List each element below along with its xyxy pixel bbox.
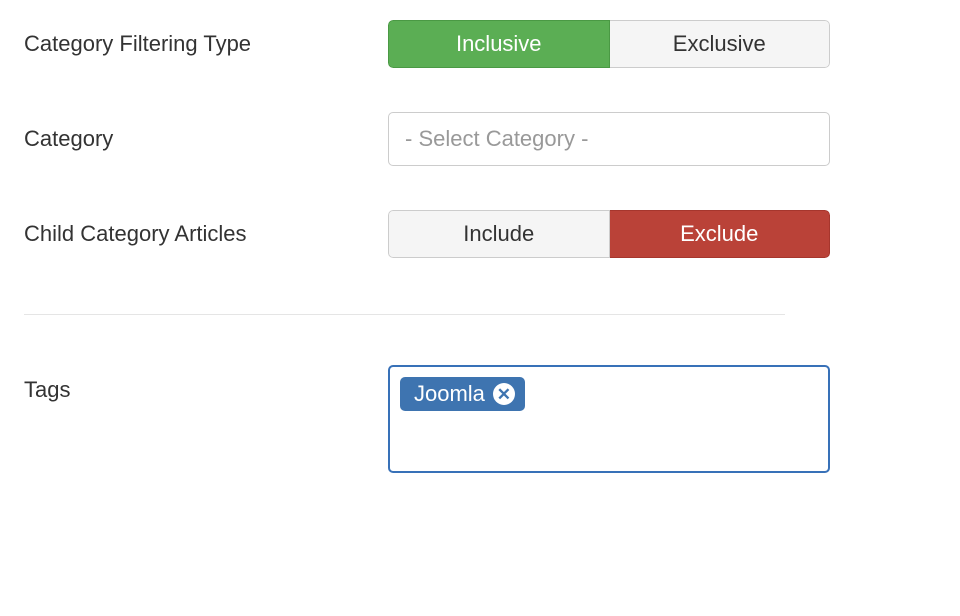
toggle-category-filtering-type: Inclusive Exclusive: [388, 20, 830, 68]
select-category[interactable]: - Select Category -: [388, 112, 830, 166]
btn-exclude[interactable]: Exclude: [610, 210, 831, 258]
label-category: Category: [24, 126, 388, 152]
row-category-filtering-type: Category Filtering Type Inclusive Exclus…: [24, 20, 936, 68]
remove-tag-icon[interactable]: ✕: [493, 383, 515, 405]
label-child-category-articles: Child Category Articles: [24, 221, 388, 247]
section-divider: [24, 314, 785, 315]
tag-chip: Joomla ✕: [400, 377, 525, 411]
tags-input[interactable]: Joomla ✕: [388, 365, 830, 473]
label-tags: Tags: [24, 365, 388, 403]
tag-label: Joomla: [414, 381, 485, 407]
toggle-child-category-articles: Include Exclude: [388, 210, 830, 258]
label-category-filtering-type: Category Filtering Type: [24, 31, 388, 57]
btn-exclusive[interactable]: Exclusive: [610, 20, 831, 68]
btn-include[interactable]: Include: [388, 210, 610, 258]
row-category: Category - Select Category -: [24, 112, 936, 166]
row-child-category-articles: Child Category Articles Include Exclude: [24, 210, 936, 258]
row-tags: Tags Joomla ✕: [24, 365, 936, 473]
btn-inclusive[interactable]: Inclusive: [388, 20, 610, 68]
